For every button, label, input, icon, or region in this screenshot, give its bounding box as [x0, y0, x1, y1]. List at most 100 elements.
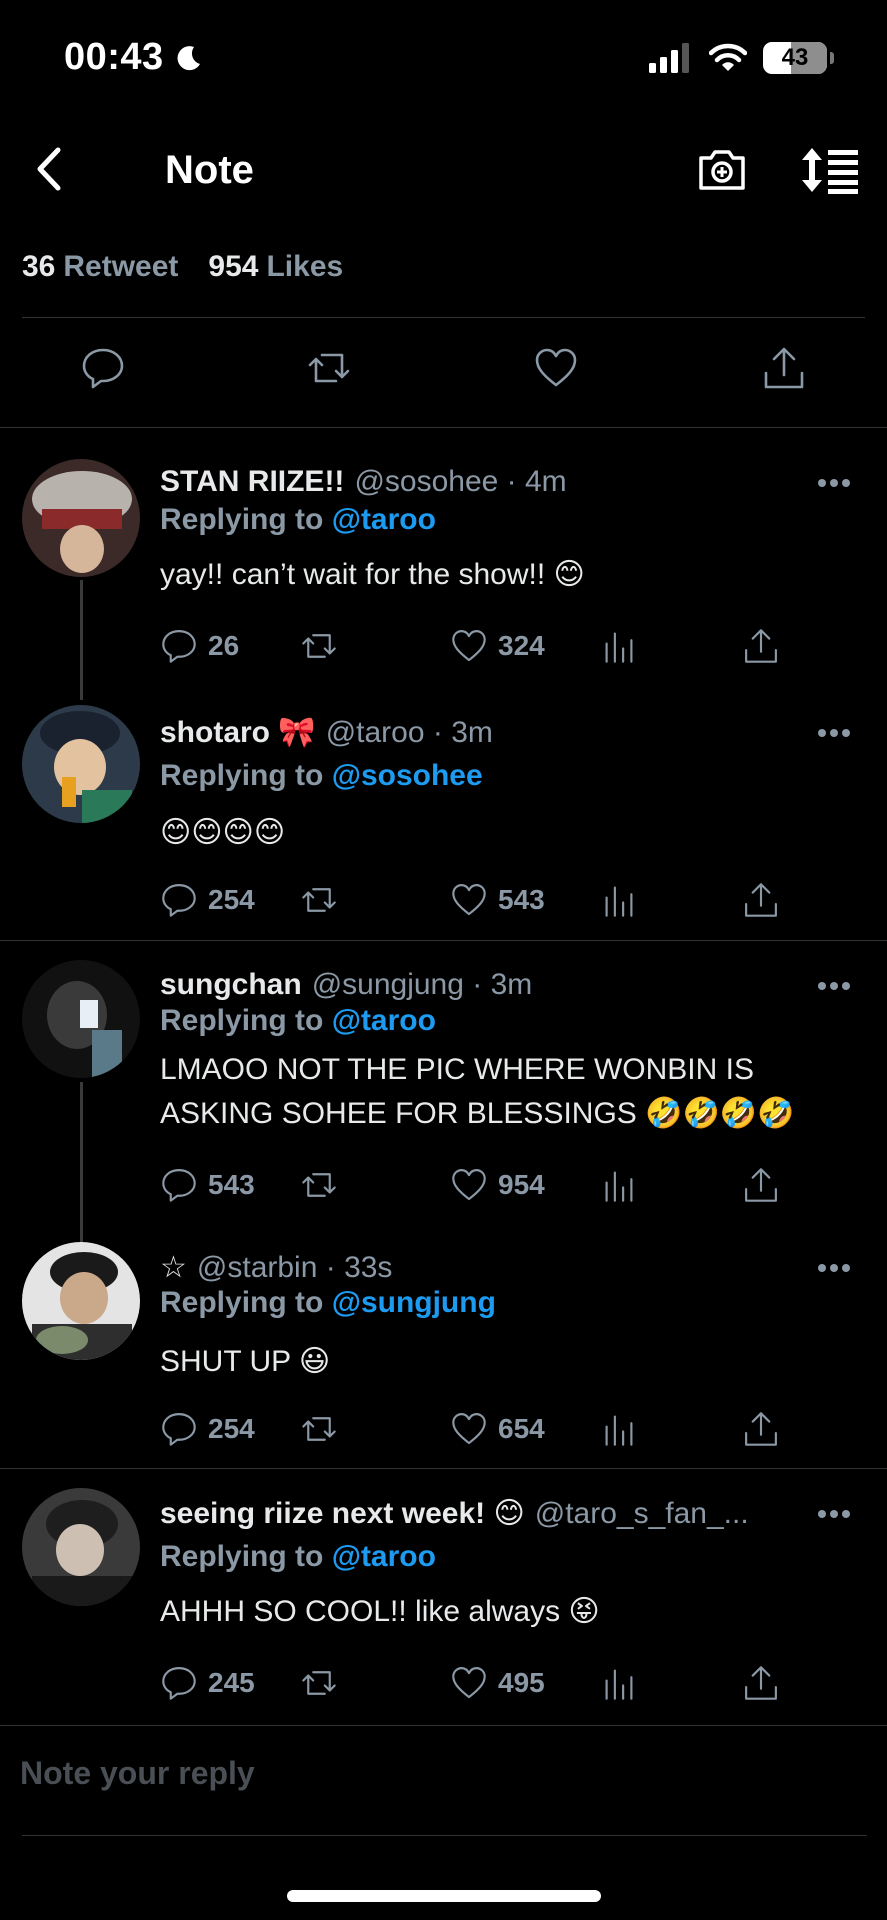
display-name[interactable]: sungchan: [160, 968, 302, 1002]
cellular-signal-icon: [649, 43, 689, 73]
share-button[interactable]: [742, 1664, 780, 1702]
reply-count: 245: [208, 1667, 255, 1698]
avatar[interactable]: [22, 1488, 140, 1606]
display-name[interactable]: STAN RIIZE!!: [160, 465, 344, 499]
more-options-icon[interactable]: [817, 727, 851, 739]
handle-time: @sungjung · 3m: [311, 968, 533, 1001]
avatar[interactable]: [22, 705, 140, 823]
likes-count[interactable]: 954 Likes: [208, 250, 343, 284]
handle-time: @taroo · 3m: [325, 716, 493, 749]
avatar[interactable]: [22, 459, 140, 577]
retweet-button[interactable]: [300, 627, 338, 665]
share-button[interactable]: [742, 881, 780, 919]
handle-time: @sosohee · 4m: [354, 465, 567, 498]
like-button[interactable]: 324: [450, 627, 545, 665]
like-button[interactable]: 543: [450, 881, 545, 919]
replying-to: Replying to @sosohee: [160, 759, 483, 793]
like-button[interactable]: 495: [450, 1664, 545, 1702]
tweet-text: yay!! can’t wait for the show!! 😊: [160, 558, 585, 591]
display-name[interactable]: ☆: [160, 1250, 187, 1285]
display-name[interactable]: shotaro 🎀: [160, 715, 316, 750]
share-button[interactable]: [742, 627, 780, 665]
share-button[interactable]: [742, 1410, 780, 1448]
retweet-count-number: 36: [22, 250, 56, 283]
reply-button[interactable]: 245: [160, 1664, 255, 1702]
retweet-button[interactable]: [300, 1410, 338, 1448]
battery-icon: 43: [763, 42, 834, 74]
reply-button[interactable]: 254: [160, 881, 255, 919]
sort-icon[interactable]: [800, 146, 860, 194]
retweet-button[interactable]: [300, 881, 338, 919]
like-button[interactable]: 954: [450, 1166, 545, 1204]
divider: [0, 1468, 887, 1469]
top-nav-bar: Note: [0, 130, 887, 210]
battery-level: 43: [781, 44, 809, 71]
status-bar: 00:43 43: [0, 0, 887, 120]
like-count: 543: [498, 884, 545, 915]
likes-count-number: 954: [208, 250, 259, 283]
mention-link[interactable]: @taroo: [332, 503, 436, 536]
replying-prefix: Replying to: [160, 759, 324, 792]
retweet-icon[interactable]: [306, 345, 352, 391]
time-text: 00:43: [64, 36, 164, 78]
divider: [0, 427, 887, 428]
mention-link[interactable]: @sungjung: [332, 1286, 496, 1319]
thread-line: [80, 1082, 83, 1244]
display-name[interactable]: seeing riize next week! 😊: [160, 1496, 525, 1531]
views-button[interactable]: [600, 881, 638, 919]
like-count: 954: [498, 1169, 545, 1200]
views-button[interactable]: [600, 627, 638, 665]
tweet-text: 😊😊😊😊: [160, 816, 286, 849]
views-button[interactable]: [600, 1166, 638, 1204]
retweet-button[interactable]: [300, 1166, 338, 1204]
camera-plus-icon[interactable]: [697, 146, 747, 192]
handle-time: @starbin · 33s: [196, 1251, 393, 1284]
reply-header: shotaro 🎀 @taroo · 3m: [160, 715, 493, 750]
replying-to: Replying to @taroo: [160, 503, 436, 537]
mention-link[interactable]: @taroo: [332, 1540, 436, 1573]
tweet-text: AHHH SO COOL!! like always 😝: [160, 1595, 600, 1628]
reply-header: sungchan @sungjung · 3m: [160, 968, 532, 1002]
avatar[interactable]: [22, 1242, 140, 1360]
replying-to: Replying to @taroo: [160, 1540, 436, 1574]
reply-count: 543: [208, 1169, 255, 1200]
retweet-count[interactable]: 36 Retweet: [22, 250, 178, 284]
moon-icon: [177, 45, 200, 70]
views-button[interactable]: [600, 1664, 638, 1702]
home-indicator[interactable]: [287, 1890, 601, 1902]
tweet-text: LMAOO NOT THE PIC WHERE WONBIN IS ASKING…: [160, 1053, 795, 1130]
reply-actions: 543 954: [160, 1166, 800, 1210]
more-options-icon[interactable]: [817, 477, 851, 489]
like-button[interactable]: 654: [450, 1410, 545, 1448]
heart-icon[interactable]: [533, 345, 579, 391]
reply-header: ☆ @starbin · 33s: [160, 1250, 392, 1285]
reply-input[interactable]: Note your reply: [20, 1755, 255, 1792]
back-icon[interactable]: [30, 144, 70, 194]
retweet-count-label: Retweet: [63, 250, 179, 283]
retweet-button[interactable]: [300, 1664, 338, 1702]
more-options-icon[interactable]: [817, 1508, 851, 1520]
thread-line: [80, 580, 83, 700]
reply-button[interactable]: 543: [160, 1166, 255, 1204]
reply-icon[interactable]: [80, 345, 126, 391]
replying-prefix: Replying to: [160, 1286, 324, 1319]
handle-time: @taro_s_fan_...: [534, 1497, 749, 1530]
share-button[interactable]: [742, 1166, 780, 1204]
like-count: 654: [498, 1413, 545, 1444]
likes-count-label: Likes: [266, 250, 344, 283]
views-button[interactable]: [600, 1410, 638, 1448]
share-icon[interactable]: [761, 345, 807, 391]
reply-button[interactable]: 26: [160, 627, 239, 665]
divider: [22, 317, 865, 318]
reply-actions: 254 543: [160, 881, 800, 925]
more-options-icon[interactable]: [817, 1262, 851, 1274]
like-count: 495: [498, 1667, 545, 1698]
mention-link[interactable]: @sosohee: [332, 759, 483, 792]
reply-button[interactable]: 254: [160, 1410, 255, 1448]
reply-actions: 245 495: [160, 1664, 800, 1708]
divider: [0, 1725, 887, 1726]
more-options-icon[interactable]: [817, 980, 851, 992]
tweet-text: SHUT UP 😃: [160, 1345, 331, 1378]
avatar[interactable]: [22, 960, 140, 1078]
mention-link[interactable]: @taroo: [332, 1004, 436, 1037]
